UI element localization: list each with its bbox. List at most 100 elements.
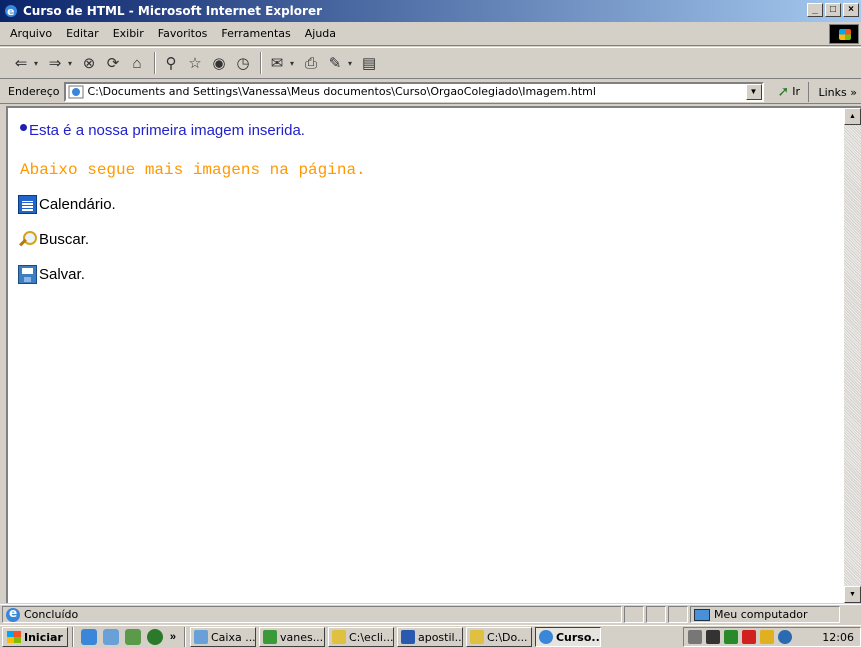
ie-icon	[538, 630, 553, 644]
menu-ferramentas[interactable]: Ferramentas	[214, 27, 297, 40]
security-zone: Meu computador	[690, 606, 840, 623]
search-icon[interactable]: ⚲	[160, 52, 182, 74]
item-label: Salvar.	[39, 266, 85, 283]
forward-arrow-icon[interactable]: ⇒	[44, 52, 66, 74]
desktop-quicklaunch-icon[interactable]	[124, 629, 141, 645]
chevron-right-icon[interactable]: »	[170, 631, 176, 643]
page-content: Esta é a nossa primeira imagem inserida.…	[8, 108, 844, 603]
links-label: Links	[818, 85, 847, 99]
task-label: C:\ecli...	[348, 630, 394, 644]
task-label: vanes...	[279, 630, 324, 644]
menu-editar[interactable]: Editar	[59, 27, 106, 40]
users-icon	[262, 630, 277, 644]
network-icon[interactable]	[706, 630, 720, 644]
mail-icon[interactable]: ✉	[266, 52, 288, 74]
bullet-icon	[20, 123, 27, 131]
outlook-icon	[193, 630, 208, 644]
back-arrow-icon[interactable]: ⇐	[10, 52, 32, 74]
address-dropdown-icon[interactable]: ▼	[745, 83, 762, 100]
status-panel	[668, 606, 688, 623]
computer-icon	[694, 608, 710, 621]
page-viewport: Esta é a nossa primeira imagem inserida.…	[6, 106, 861, 603]
save-icon	[18, 265, 37, 284]
window-title: Curso de HTML - Microsoft Internet Explo…	[23, 4, 322, 18]
address-bar: Endereço C:\Documents and Settings\Vanes…	[0, 80, 861, 104]
forward-dropdown-icon[interactable]: ▾	[68, 59, 72, 68]
favorites-icon[interactable]: ☆	[184, 52, 206, 74]
address-input[interactable]: C:\Documents and Settings\Vanessa\Meus d…	[63, 81, 764, 102]
windows-logo-icon	[829, 24, 859, 44]
menu-favoritos[interactable]: Favoritos	[151, 27, 215, 40]
list-item: Calendário.	[18, 195, 834, 214]
scroll-up-icon[interactable]: ▲	[844, 108, 861, 125]
media-icon[interactable]: ◉	[208, 52, 230, 74]
status-bar: Concluído Meu computador	[0, 604, 861, 624]
svg-text:e: e	[7, 5, 14, 18]
item-label: Calendário.	[39, 196, 116, 213]
task-button[interactable]: apostil...	[396, 627, 463, 647]
scroll-down-icon[interactable]: ▼	[844, 586, 861, 603]
menu-ajuda[interactable]: Ajuda	[298, 27, 343, 40]
intro-text: Esta é a nossa primeira imagem inserida.	[29, 122, 305, 139]
task-label: C:\Do...	[486, 630, 528, 644]
edit-dropdown-icon[interactable]: ▾	[348, 59, 352, 68]
menu-exibir[interactable]: Exibir	[106, 27, 151, 40]
task-button[interactable]: Caixa ...	[189, 627, 256, 647]
task-label: Caixa ...	[210, 630, 256, 644]
volume-icon[interactable]	[688, 630, 702, 644]
globe-icon[interactable]	[778, 630, 792, 644]
status-panel	[624, 606, 644, 623]
start-label: Iniciar	[24, 630, 63, 644]
menu-bar: Arquivo Editar Exibir Favoritos Ferramen…	[0, 22, 861, 46]
edit-icon[interactable]: ✎	[324, 52, 346, 74]
close-button[interactable]: ×	[843, 3, 859, 17]
address-label: Endereço	[8, 85, 60, 98]
system-tray: 12:06	[683, 627, 861, 647]
list-item: Salvar.	[18, 265, 834, 284]
zone-text: Meu computador	[714, 608, 808, 621]
toolbar: ⇐ ▾ ⇒ ▾ ⊗ ⟳ ⌂ ⚲ ☆ ◉ ◷ ✉ ▾ ⎙ ✎ ▾ ▤	[0, 47, 861, 79]
taskbar: Iniciar » Caixa ... vanes... C:\ecli... …	[0, 625, 861, 648]
messenger-icon[interactable]	[724, 630, 738, 644]
item-label: Buscar.	[39, 231, 90, 248]
toolbar-separator	[154, 52, 157, 74]
ie-quicklaunch-icon[interactable]	[80, 629, 97, 645]
chevron-right-icon: »	[846, 85, 857, 99]
task-button[interactable]: C:\ecli...	[327, 627, 394, 647]
list-item: Buscar.	[18, 230, 834, 249]
menu-arquivo[interactable]: Arquivo	[0, 27, 59, 40]
stop-icon[interactable]: ⊗	[78, 52, 100, 74]
title-bar[interactable]: e Curso de HTML - Microsoft Internet Exp…	[0, 0, 861, 22]
task-button-active[interactable]: Curso...	[534, 627, 601, 647]
page-icon	[68, 85, 84, 99]
task-button[interactable]: C:\Do...	[465, 627, 532, 647]
media-player-quicklaunch-icon[interactable]	[146, 629, 163, 645]
intro-line: Esta é a nossa primeira imagem inserida.	[18, 122, 834, 139]
magnifier-icon	[18, 230, 37, 249]
ie-page-icon	[6, 606, 20, 622]
folder-search-icon	[331, 630, 346, 644]
links-button[interactable]: Links »	[807, 82, 861, 102]
clock[interactable]: 12:06	[822, 631, 854, 644]
mail-dropdown-icon[interactable]: ▾	[290, 59, 294, 68]
minimize-button[interactable]: _	[807, 3, 823, 17]
antivirus-icon[interactable]	[742, 630, 756, 644]
back-dropdown-icon[interactable]: ▾	[34, 59, 38, 68]
refresh-icon[interactable]: ⟳	[102, 52, 124, 74]
print-icon[interactable]: ⎙	[300, 52, 322, 74]
outlook-quicklaunch-icon[interactable]	[102, 629, 119, 645]
discuss-icon[interactable]: ▤	[358, 52, 380, 74]
status-main: Concluído	[2, 606, 622, 623]
maximize-button[interactable]: □	[825, 3, 841, 17]
subtitle-text: Abaixo segue mais imagens na página.	[20, 161, 366, 179]
go-button[interactable]: ➚ Ir	[778, 84, 801, 100]
history-icon[interactable]: ◷	[232, 52, 254, 74]
home-icon[interactable]: ⌂	[126, 52, 148, 74]
task-button[interactable]: vanes...	[258, 627, 325, 647]
calendar-icon	[18, 195, 37, 214]
start-button[interactable]: Iniciar	[2, 627, 68, 647]
status-panel	[646, 606, 666, 623]
toolbar-separator	[260, 52, 263, 74]
vertical-scrollbar[interactable]: ▲ ▼	[844, 108, 861, 603]
update-icon[interactable]	[760, 630, 774, 644]
